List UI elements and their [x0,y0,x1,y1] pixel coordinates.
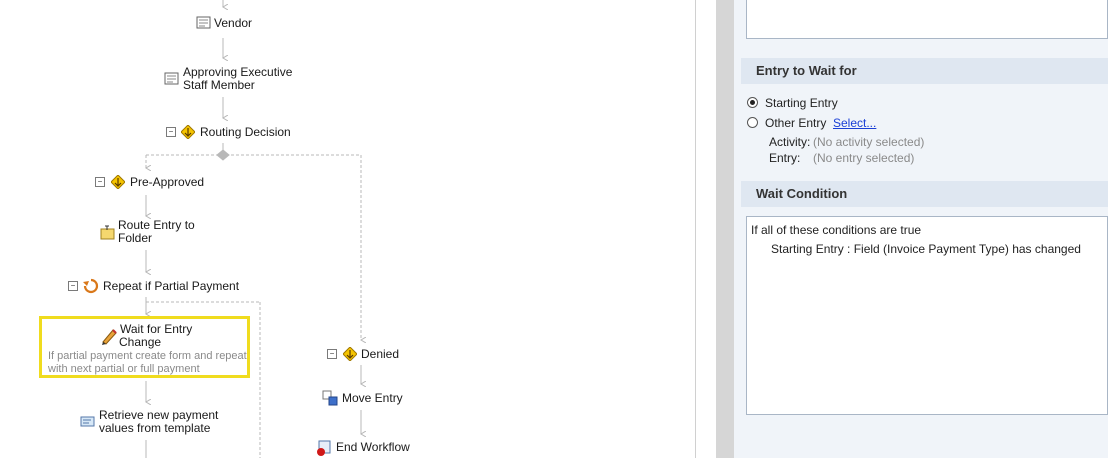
node-label-line2: Folder [118,231,153,245]
move-entry-icon [322,390,338,406]
pencil-icon [102,329,117,345]
node-note-line1: If partial payment create form and repea… [48,350,247,362]
description-box[interactable] [746,0,1108,39]
form-icon [164,72,179,85]
wait-condition-box[interactable]: If all of these conditions are true Star… [746,216,1108,415]
canvas-scrollbar[interactable] [716,0,734,458]
decision-icon [181,125,195,139]
condition-item[interactable]: Starting Entry : Field (Invoice Payment … [771,242,1081,256]
starting-entry-radio[interactable] [747,97,758,108]
workflow-canvas[interactable]: Vendor Approving Executive Staff Member … [0,0,695,458]
collapse-toggle[interactable]: − [68,281,78,291]
node-label-line2: Change [119,335,162,349]
form-icon [196,16,211,29]
repeat-icon [83,278,99,294]
other-entry-label[interactable]: Other Entry [765,116,826,130]
activity-value: (No activity selected) [813,135,925,149]
collapse-toggle[interactable]: − [95,177,105,187]
node-note-line2: with next partial or full payment [48,363,200,375]
node-label: Move Entry [342,391,403,405]
node-label: Repeat if Partial Payment [103,279,240,293]
node-label: End Workflow [336,440,410,454]
wait-condition-header[interactable]: Wait Condition [741,181,1108,207]
node-label: Pre-Approved [130,175,205,189]
folder-icon [100,225,115,240]
entry-label: Entry: [769,151,801,165]
node-label-line2: values from template [99,421,211,435]
entry-value: (No entry selected) [813,151,915,165]
end-workflow-icon [317,440,331,456]
decision-icon [343,347,357,361]
node-label: Vendor [214,16,253,30]
select-entry-link[interactable]: Select... [833,116,876,130]
decision-icon [111,175,125,189]
pane-divider[interactable] [695,0,716,458]
entry-to-wait-for-header[interactable]: Entry to Wait for [741,58,1108,84]
other-entry-radio[interactable] [747,117,758,128]
node-label: Denied [361,347,400,361]
node-label: Routing Decision [200,125,291,139]
condition-group-text[interactable]: If all of these conditions are true [751,223,921,237]
template-icon [80,416,95,427]
node-label-line2: Staff Member [183,78,255,92]
activity-label: Activity: [769,135,811,149]
starting-entry-label[interactable]: Starting Entry [765,96,838,110]
collapse-toggle[interactable]: − [166,127,176,137]
collapse-toggle[interactable]: − [327,349,337,359]
